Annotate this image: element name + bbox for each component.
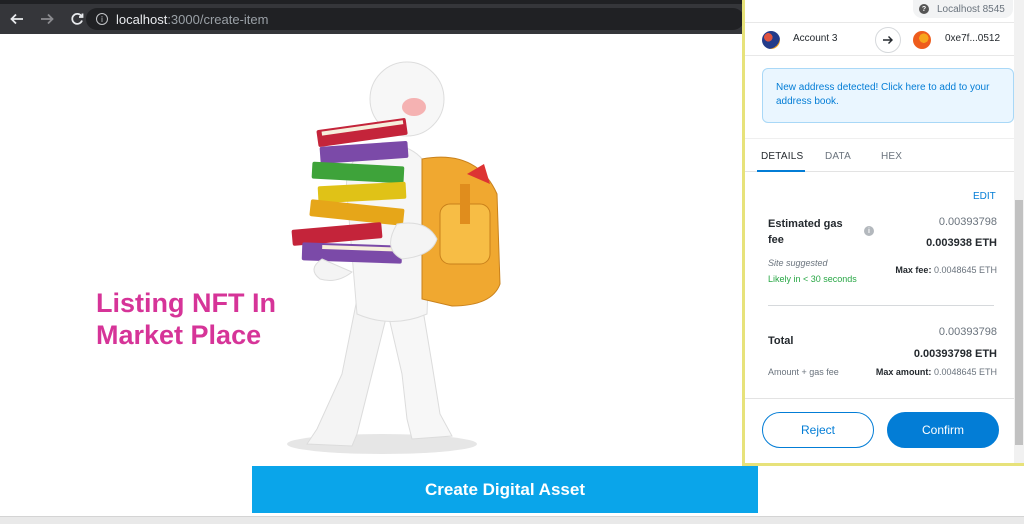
question-icon: ? — [919, 4, 929, 14]
estimated-gas-fee-label: Estimated gas fee — [768, 218, 843, 246]
max-fee-value: 0.0048645 ETH — [933, 265, 997, 275]
from-account-avatar — [762, 31, 780, 49]
create-digital-asset-button[interactable]: Create Digital Asset — [252, 466, 758, 513]
bottom-strip — [0, 516, 1024, 524]
confirm-button[interactable]: Confirm — [887, 412, 999, 448]
address-bar[interactable]: i localhost:3000/create-item — [86, 8, 744, 30]
screen: i localhost:3000/create-item Listing NF… — [0, 0, 1024, 524]
to-account-avatar — [913, 31, 931, 49]
info-icon[interactable]: i — [96, 13, 108, 25]
max-amount-value: 0.0048645 ETH — [933, 367, 997, 377]
metamask-popup: ? Localhost 8545 Account 3 0xe7f...0512 … — [742, 0, 1024, 466]
divider — [768, 305, 994, 306]
reject-button[interactable]: Reject — [762, 412, 874, 448]
back-arrow-icon[interactable] — [4, 6, 30, 32]
tab-hex[interactable]: HEX — [881, 151, 902, 162]
from-account-name[interactable]: Account 3 — [793, 33, 837, 44]
network-name: Localhost 8545 — [937, 3, 1005, 15]
new-address-notice[interactable]: New address detected! Click here to add … — [762, 68, 1014, 123]
max-amount: Max amount: 0.0048645 ETH — [876, 367, 997, 377]
total-eth: 0.00393798 ETH — [913, 348, 997, 360]
action-footer: Reject Confirm — [745, 398, 1017, 463]
arrow-right-icon — [875, 27, 901, 53]
url-host: localhost — [116, 11, 168, 27]
to-address[interactable]: 0xe7f...0512 — [945, 33, 1000, 44]
total-label: Total — [768, 335, 794, 347]
page-heading: Listing NFT In Market Place — [96, 288, 276, 350]
browser-toolbar: i localhost:3000/create-item — [0, 4, 745, 34]
amount-gas-label: Amount + gas fee — [768, 367, 839, 377]
gas-fee-value: 0.00393798 — [938, 216, 997, 228]
student-with-books-image — [287, 61, 501, 454]
account-row: Account 3 0xe7f...0512 — [745, 22, 1017, 56]
likely-time-label: Likely in < 30 seconds — [768, 274, 857, 284]
site-suggested-label: Site suggested — [768, 258, 828, 268]
tab-details[interactable]: DETAILS — [761, 151, 803, 162]
details-tabs: DETAILS DATA HEX — [745, 138, 1017, 172]
forward-arrow-icon[interactable] — [34, 6, 60, 32]
max-fee: Max fee: 0.0048645 ETH — [895, 265, 997, 275]
popup-scrollbar[interactable] — [1014, 0, 1024, 463]
max-amount-label: Max amount: — [875, 367, 932, 377]
url-path: :3000/create-item — [167, 11, 269, 27]
create-item-page: Listing NFT In Market Place Create Digit… — [0, 34, 758, 524]
total-value: 0.00393798 — [938, 326, 997, 338]
scrollbar-thumb[interactable] — [1015, 200, 1023, 445]
info-icon[interactable]: i — [864, 226, 874, 236]
tab-data[interactable]: DATA — [825, 151, 851, 162]
edit-gas-link[interactable]: EDIT — [973, 191, 996, 202]
network-indicator[interactable]: ? Localhost 8545 — [913, 0, 1013, 18]
active-tab-indicator — [757, 170, 805, 172]
max-fee-label: Max fee: — [895, 265, 932, 275]
gas-fee-eth: 0.003938 ETH — [926, 237, 997, 249]
